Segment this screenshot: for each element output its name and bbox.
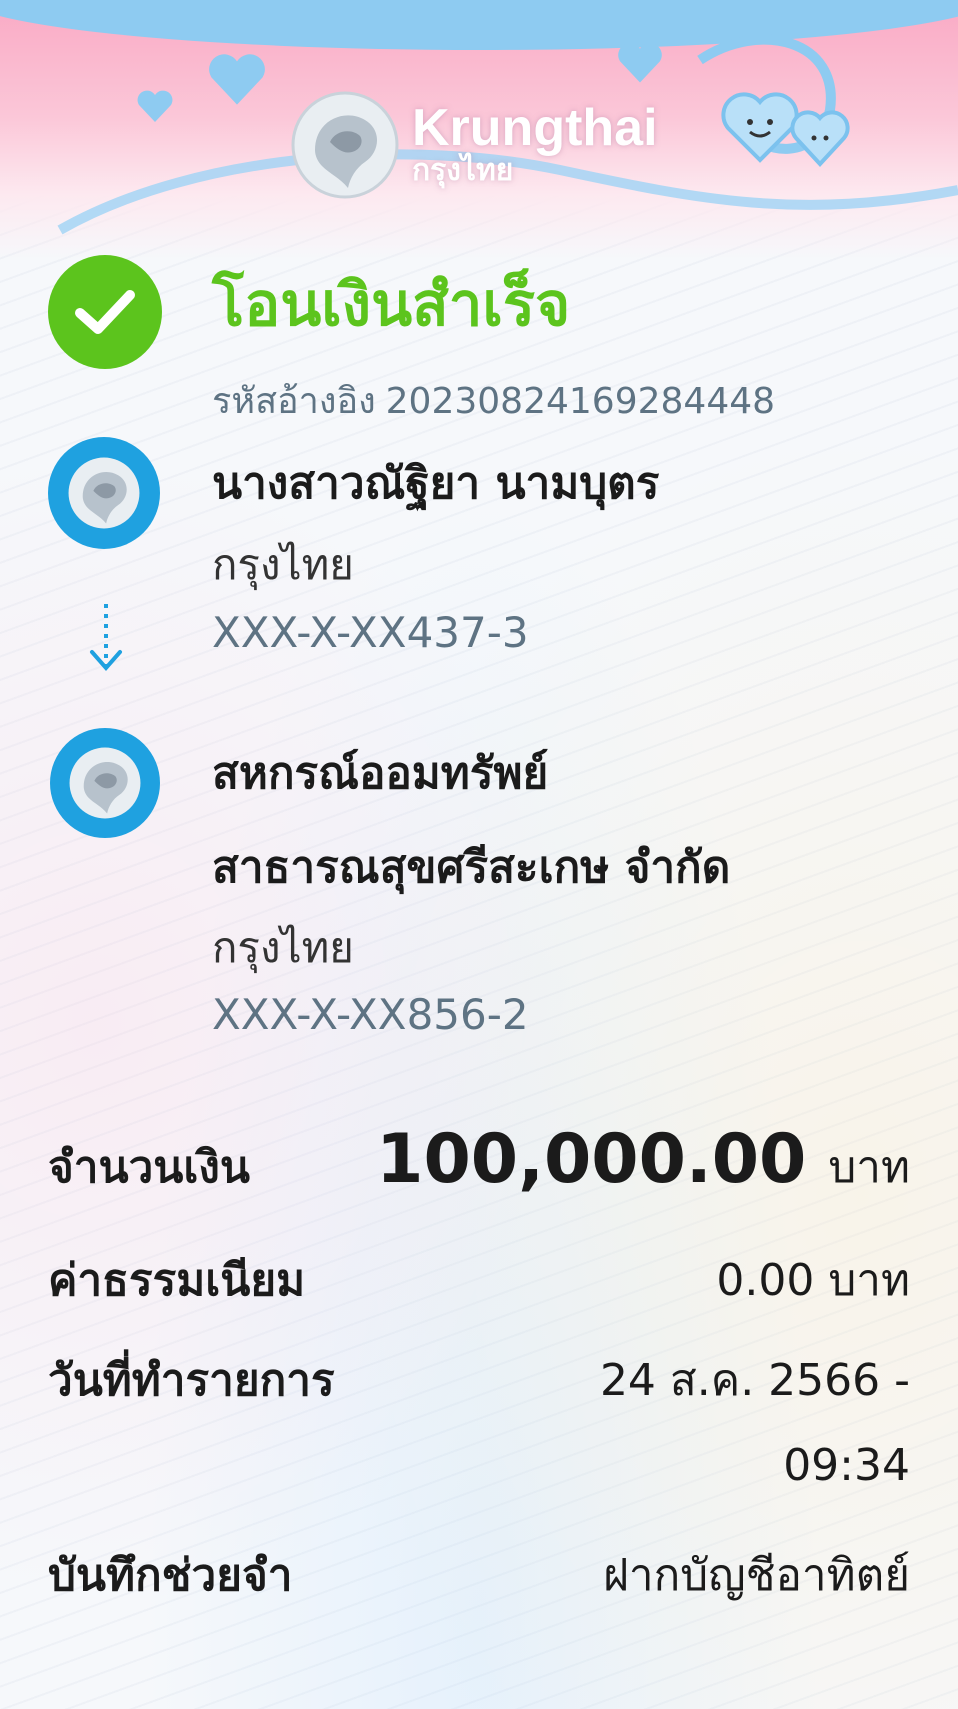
amount-value: 100,000.00 — [376, 1120, 807, 1199]
time-row: 09:34 — [48, 1440, 910, 1491]
amount-row: จำนวนเงิน 100,000.00 บาท — [48, 1120, 910, 1202]
amount-label: จำนวนเงิน — [48, 1142, 250, 1193]
krungthai-bird-icon — [68, 457, 140, 529]
reference-value: 2023082416928444​8 — [385, 381, 776, 422]
memo-label: บันทึกช่วยจำ — [48, 1550, 293, 1601]
sender-bank: กรุงไทย — [212, 540, 354, 589]
sender-account: XXX-X-XX437-3 — [212, 608, 529, 657]
time-value: 09:34 — [783, 1440, 910, 1491]
date-row: วันที่ทำรายการ 24 ส.ค. 2566 - — [48, 1345, 910, 1415]
date-label: วันที่ทำรายการ — [48, 1355, 335, 1406]
memo-value: ฝากบัญชีอาทิตย์ — [603, 1550, 910, 1601]
arrow-down-icon — [90, 604, 122, 672]
date-value: 24 ส.ค. 2566 - — [599, 1355, 910, 1406]
sender-name: นางสาวณัฐิยา นามบุตร — [212, 458, 660, 509]
success-check-icon — [48, 255, 162, 369]
fee-value: 0.00 บาท — [716, 1255, 910, 1306]
reference-code: รหัสอ้างอิง 2023082416928444​8 — [212, 372, 775, 429]
receiver-name-line2: สาธารณสุขศรีสะเกษ จำกัด — [212, 842, 731, 893]
amount-unit: บาท — [828, 1142, 910, 1193]
receiver-name-line1: สหกรณ์ออมทรัพย์ — [212, 748, 549, 799]
transfer-slip: โอนเงินสำเร็จ รหัสอ้างอิง 202308241692844… — [0, 0, 958, 1709]
fee-label: ค่าธรรมเนียม — [48, 1255, 306, 1306]
sender-bank-avatar — [48, 437, 160, 549]
receiver-bank-avatar — [50, 728, 160, 838]
receiver-account: XXX-X-XX856-2 — [212, 990, 529, 1039]
receiver-bank: กรุงไทย — [212, 923, 354, 972]
krungthai-bird-icon — [69, 747, 141, 819]
reference-label: รหัสอ้างอิง — [212, 381, 376, 422]
memo-row: บันทึกช่วยจำ ฝากบัญชีอาทิตย์ — [48, 1540, 910, 1610]
status-title: โอนเงินสำเร็จ — [212, 270, 571, 340]
fee-row: ค่าธรรมเนียม 0.00 บาท — [48, 1245, 910, 1315]
